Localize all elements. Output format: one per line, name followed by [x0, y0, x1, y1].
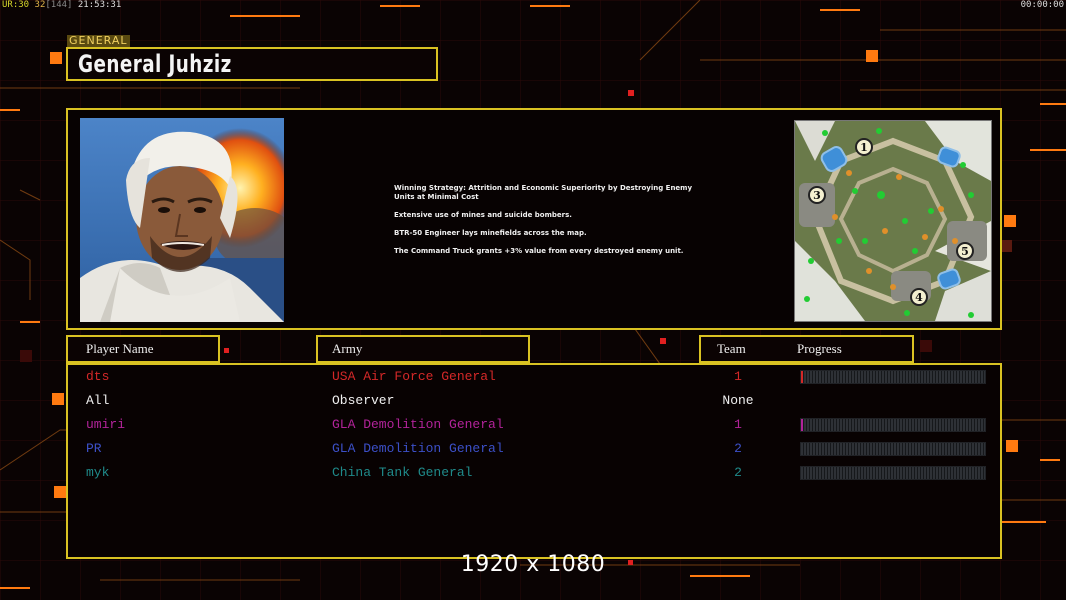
- player-row: dts USA Air Force General 1: [68, 367, 1000, 389]
- strategy-line: Winning Strategy: Attrition and Economic…: [394, 184, 693, 201]
- general-tag: GENERAL: [67, 34, 130, 47]
- general-name-panel: General Juhziz: [66, 47, 438, 81]
- strategy-line: Extensive use of mines and suicide bombe…: [394, 211, 572, 219]
- start-position-label: 4: [915, 291, 923, 304]
- player-team: None: [722, 393, 754, 408]
- player-team: 1: [734, 417, 742, 432]
- player-army: GLA Demolition General: [332, 441, 504, 456]
- army-header-label: Army: [332, 341, 363, 356]
- player-row: All Observer None: [68, 391, 1000, 413]
- player-name-header: Player Name: [66, 335, 220, 363]
- team-header-label: Team: [717, 341, 746, 356]
- team-progress-header: Team Progress: [699, 335, 914, 363]
- player-team: 2: [734, 465, 742, 480]
- player-army: USA Air Force General: [332, 369, 496, 384]
- player-army: Observer: [332, 393, 395, 408]
- fps-value-2: 32: [34, 0, 46, 10]
- player-name: myk: [86, 465, 110, 480]
- ur-label: UR:: [2, 0, 19, 10]
- clock: 21:53:31: [77, 0, 122, 10]
- player-army: China Tank General: [332, 465, 473, 480]
- player-name: dts: [86, 369, 110, 384]
- strategy-line: BTR-50 Engineer lays minefields across t…: [394, 229, 587, 237]
- fps-cap: [144]: [45, 0, 73, 10]
- strategy-line: The Command Truck grants +3% value from …: [394, 247, 684, 255]
- game-timer: 00:00:00: [1020, 0, 1064, 10]
- general-name: General Juhziz: [78, 50, 232, 78]
- player-team: 1: [734, 369, 742, 384]
- start-position-label: 5: [961, 245, 969, 258]
- player-name: umiri: [86, 417, 126, 432]
- start-position-label: 1: [860, 141, 868, 154]
- start-position-label: 3: [813, 189, 821, 202]
- player-name-header-label: Player Name: [86, 341, 154, 356]
- progress-fill: [801, 419, 803, 431]
- progress-bar: [800, 442, 986, 456]
- general-info-panel: Winning Strategy: Attrition and Economic…: [66, 108, 1002, 330]
- fps-value: 30: [18, 0, 30, 10]
- player-name: All: [86, 393, 110, 408]
- progress-header-label: Progress: [797, 341, 842, 356]
- strategy-text: Winning Strategy: Attrition and Economic…: [394, 184, 694, 265]
- map-preview: 1 3 5 4: [794, 120, 992, 322]
- player-row: umiri GLA Demolition General 1: [68, 415, 1000, 437]
- player-team: 2: [734, 441, 742, 456]
- progress-bar: [800, 418, 986, 432]
- player-list: dts USA Air Force General 1 All Observer None…: [66, 363, 1002, 559]
- resolution-label: 1920 x 1080: [460, 552, 606, 577]
- progress-bar: [800, 466, 986, 480]
- player-name: PR: [86, 441, 102, 456]
- army-header: Army: [316, 335, 530, 363]
- progress-fill: [801, 371, 803, 383]
- general-portrait: [80, 118, 284, 322]
- progress-bar: [800, 370, 986, 384]
- fps-counter: UR:30 32[144] 21:53:31: [2, 0, 121, 10]
- player-row: PR GLA Demolition General 2: [68, 439, 1000, 461]
- player-row: myk China Tank General 2: [68, 463, 1000, 485]
- player-army: GLA Demolition General: [332, 417, 504, 432]
